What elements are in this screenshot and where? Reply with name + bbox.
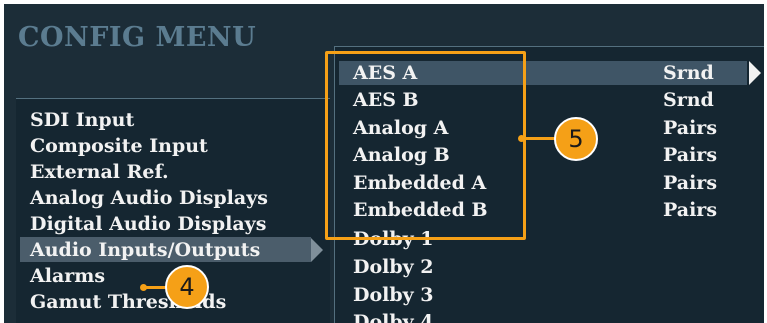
callout-highlight-box (325, 51, 526, 240)
submenu-value-analog-b: Pairs (663, 144, 718, 166)
submenu-value-aes-b: Srnd (663, 89, 714, 111)
submenu-arrow-icon (749, 61, 761, 85)
submenu-item-dolby-3[interactable]: Dolby 3 (353, 284, 434, 306)
submenu-arrow-icon (311, 238, 323, 262)
callout-leader-line (523, 137, 557, 140)
submenu-item-dolby-2[interactable]: Dolby 2 (353, 256, 434, 278)
submenu-value-analog-a: Pairs (663, 117, 718, 139)
page-title: CONFIG MENU (18, 22, 257, 53)
menu-item-analog-audio-displays[interactable]: Analog Audio Displays (30, 187, 268, 209)
callout-number-5: 5 (554, 117, 598, 161)
submenu-value-embedded-a: Pairs (663, 172, 718, 194)
menu-item-external-ref[interactable]: External Ref. (30, 161, 169, 183)
config-menu-screen: CONFIG MENU SDI Input Composite Input Ex… (4, 4, 764, 323)
menu-item-composite-input[interactable]: Composite Input (30, 135, 208, 157)
callout-number-4: 4 (165, 265, 209, 309)
submenu-item-dolby-4[interactable]: Dolby 4 (353, 311, 434, 323)
menu-item-sdi-input[interactable]: SDI Input (30, 109, 134, 131)
menu-item-alarms[interactable]: Alarms (30, 265, 105, 287)
menu-item-digital-audio-displays[interactable]: Digital Audio Displays (30, 213, 266, 235)
menu-item-audio-inputs-outputs[interactable]: Audio Inputs/Outputs (30, 239, 260, 261)
submenu-value-embedded-b: Pairs (663, 199, 718, 221)
submenu-value-aes-a: Srnd (663, 62, 714, 84)
